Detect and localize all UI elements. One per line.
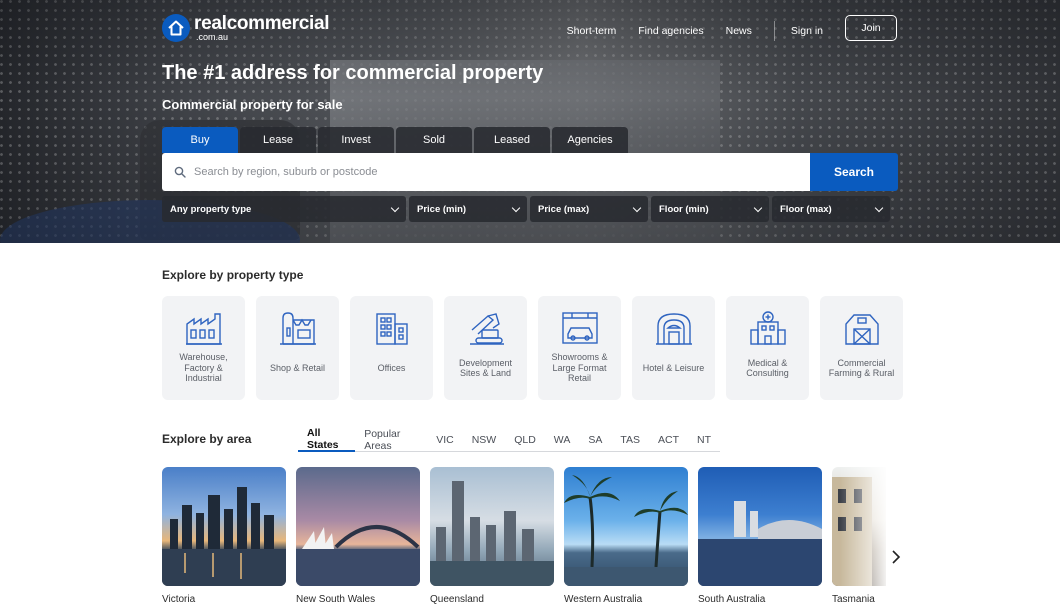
search-bar [162,153,810,191]
brand-domain: .com.au [196,31,229,42]
nav-news[interactable]: News [726,25,752,37]
property-type-shop-retail[interactable]: Shop & Retail [256,296,339,400]
search-mode-tabs: Buy Lease Invest Sold Leased Agencies [162,127,628,153]
nav-short-term[interactable]: Short-term [567,25,617,37]
medical-building-icon [749,311,786,345]
tab-act[interactable]: ACT [649,428,688,452]
tab-qld[interactable]: QLD [505,428,545,452]
tab-all-states[interactable]: All States [298,427,356,452]
price-min-select[interactable]: Price (min) [409,196,527,222]
tab-agencies[interactable]: Agencies [552,127,628,153]
chevron-down-icon [753,203,763,212]
property-type-farming[interactable]: Commercial Farming & Rural [820,296,903,400]
office-building-icon [375,313,408,345]
area-card-new-south-wales[interactable] [296,467,420,586]
property-type-select[interactable]: Any property type [162,196,406,222]
chevron-down-icon [511,203,521,212]
barn-icon [844,314,879,345]
floor-min-select[interactable]: Floor (min) [651,196,769,222]
city-skyline-image [162,487,286,586]
chevron-down-icon [874,203,884,212]
property-type-list: Warehouse, Factory & Industrial Shop & R… [162,296,903,400]
tab-nsw[interactable]: NSW [463,428,506,452]
area-card-victoria[interactable] [162,467,286,586]
property-type-offices[interactable]: Offices [350,296,433,400]
search-filters: Any property type Price (min) Price (max… [162,196,890,222]
area-heading: Explore by area [162,432,252,446]
tab-sold[interactable]: Sold [396,127,472,153]
nav-find-agencies[interactable]: Find agencies [638,25,703,37]
hotel-icon [655,313,692,345]
area-card-queensland[interactable] [430,467,554,586]
house-icon [162,14,190,42]
property-type-development[interactable]: Development Sites & Land [444,296,527,400]
tab-buy[interactable]: Buy [162,127,238,153]
tab-lease[interactable]: Lease [240,127,316,153]
palm-trees-image [564,475,688,586]
tab-tas[interactable]: TAS [611,428,649,452]
search-icon [174,166,186,178]
nav-divider [773,21,775,41]
chevron-right-icon [892,550,901,564]
chevron-down-icon [632,203,642,212]
hero-headline: The #1 address for commercial property [162,62,544,84]
chevron-down-icon [390,203,400,212]
tab-sa[interactable]: SA [579,428,611,452]
property-type-heading: Explore by property type [162,268,304,282]
riverfront-image [698,501,822,586]
sign-in-link[interactable]: Sign in [791,25,823,37]
tab-leased[interactable]: Leased [474,127,550,153]
shop-icon [279,312,316,345]
join-button[interactable]: Join [845,15,897,41]
property-type-medical[interactable]: Medical & Consulting [726,296,809,400]
property-type-hotel[interactable]: Hotel & Leisure [632,296,715,400]
tab-invest[interactable]: Invest [318,127,394,153]
carousel-next-button[interactable] [884,545,908,569]
tab-wa[interactable]: WA [545,428,580,452]
area-tabs: All States Popular Areas VIC NSW QLD WA … [298,427,720,452]
brand-name: realcommercial [194,12,330,34]
tab-popular-areas[interactable]: Popular Areas [355,428,427,452]
tab-nt[interactable]: NT [688,428,720,452]
tab-vic[interactable]: VIC [427,428,463,452]
search-input[interactable] [194,166,794,178]
car-showroom-icon [561,312,598,344]
factory-icon [185,313,222,345]
area-card-western-australia[interactable] [564,467,688,586]
site-logo[interactable]: realcommercial .com.au [162,12,330,42]
area-card-south-australia[interactable] [698,467,822,586]
search-button[interactable]: Search [810,153,898,191]
property-type-warehouse[interactable]: Warehouse, Factory & Industrial [162,296,245,400]
top-navigation: Short-term Find agencies News Sign in Jo… [545,15,897,41]
price-max-select[interactable]: Price (max) [530,196,648,222]
harbour-image [296,525,420,586]
coastal-city-image [430,481,554,586]
floor-max-select[interactable]: Floor (max) [772,196,890,222]
property-type-showrooms[interactable]: Showrooms & Large Format Retail [538,296,621,400]
hero-subheadline: Commercial property for sale [162,97,343,112]
area-carousel [162,467,886,586]
excavator-icon [469,313,504,345]
